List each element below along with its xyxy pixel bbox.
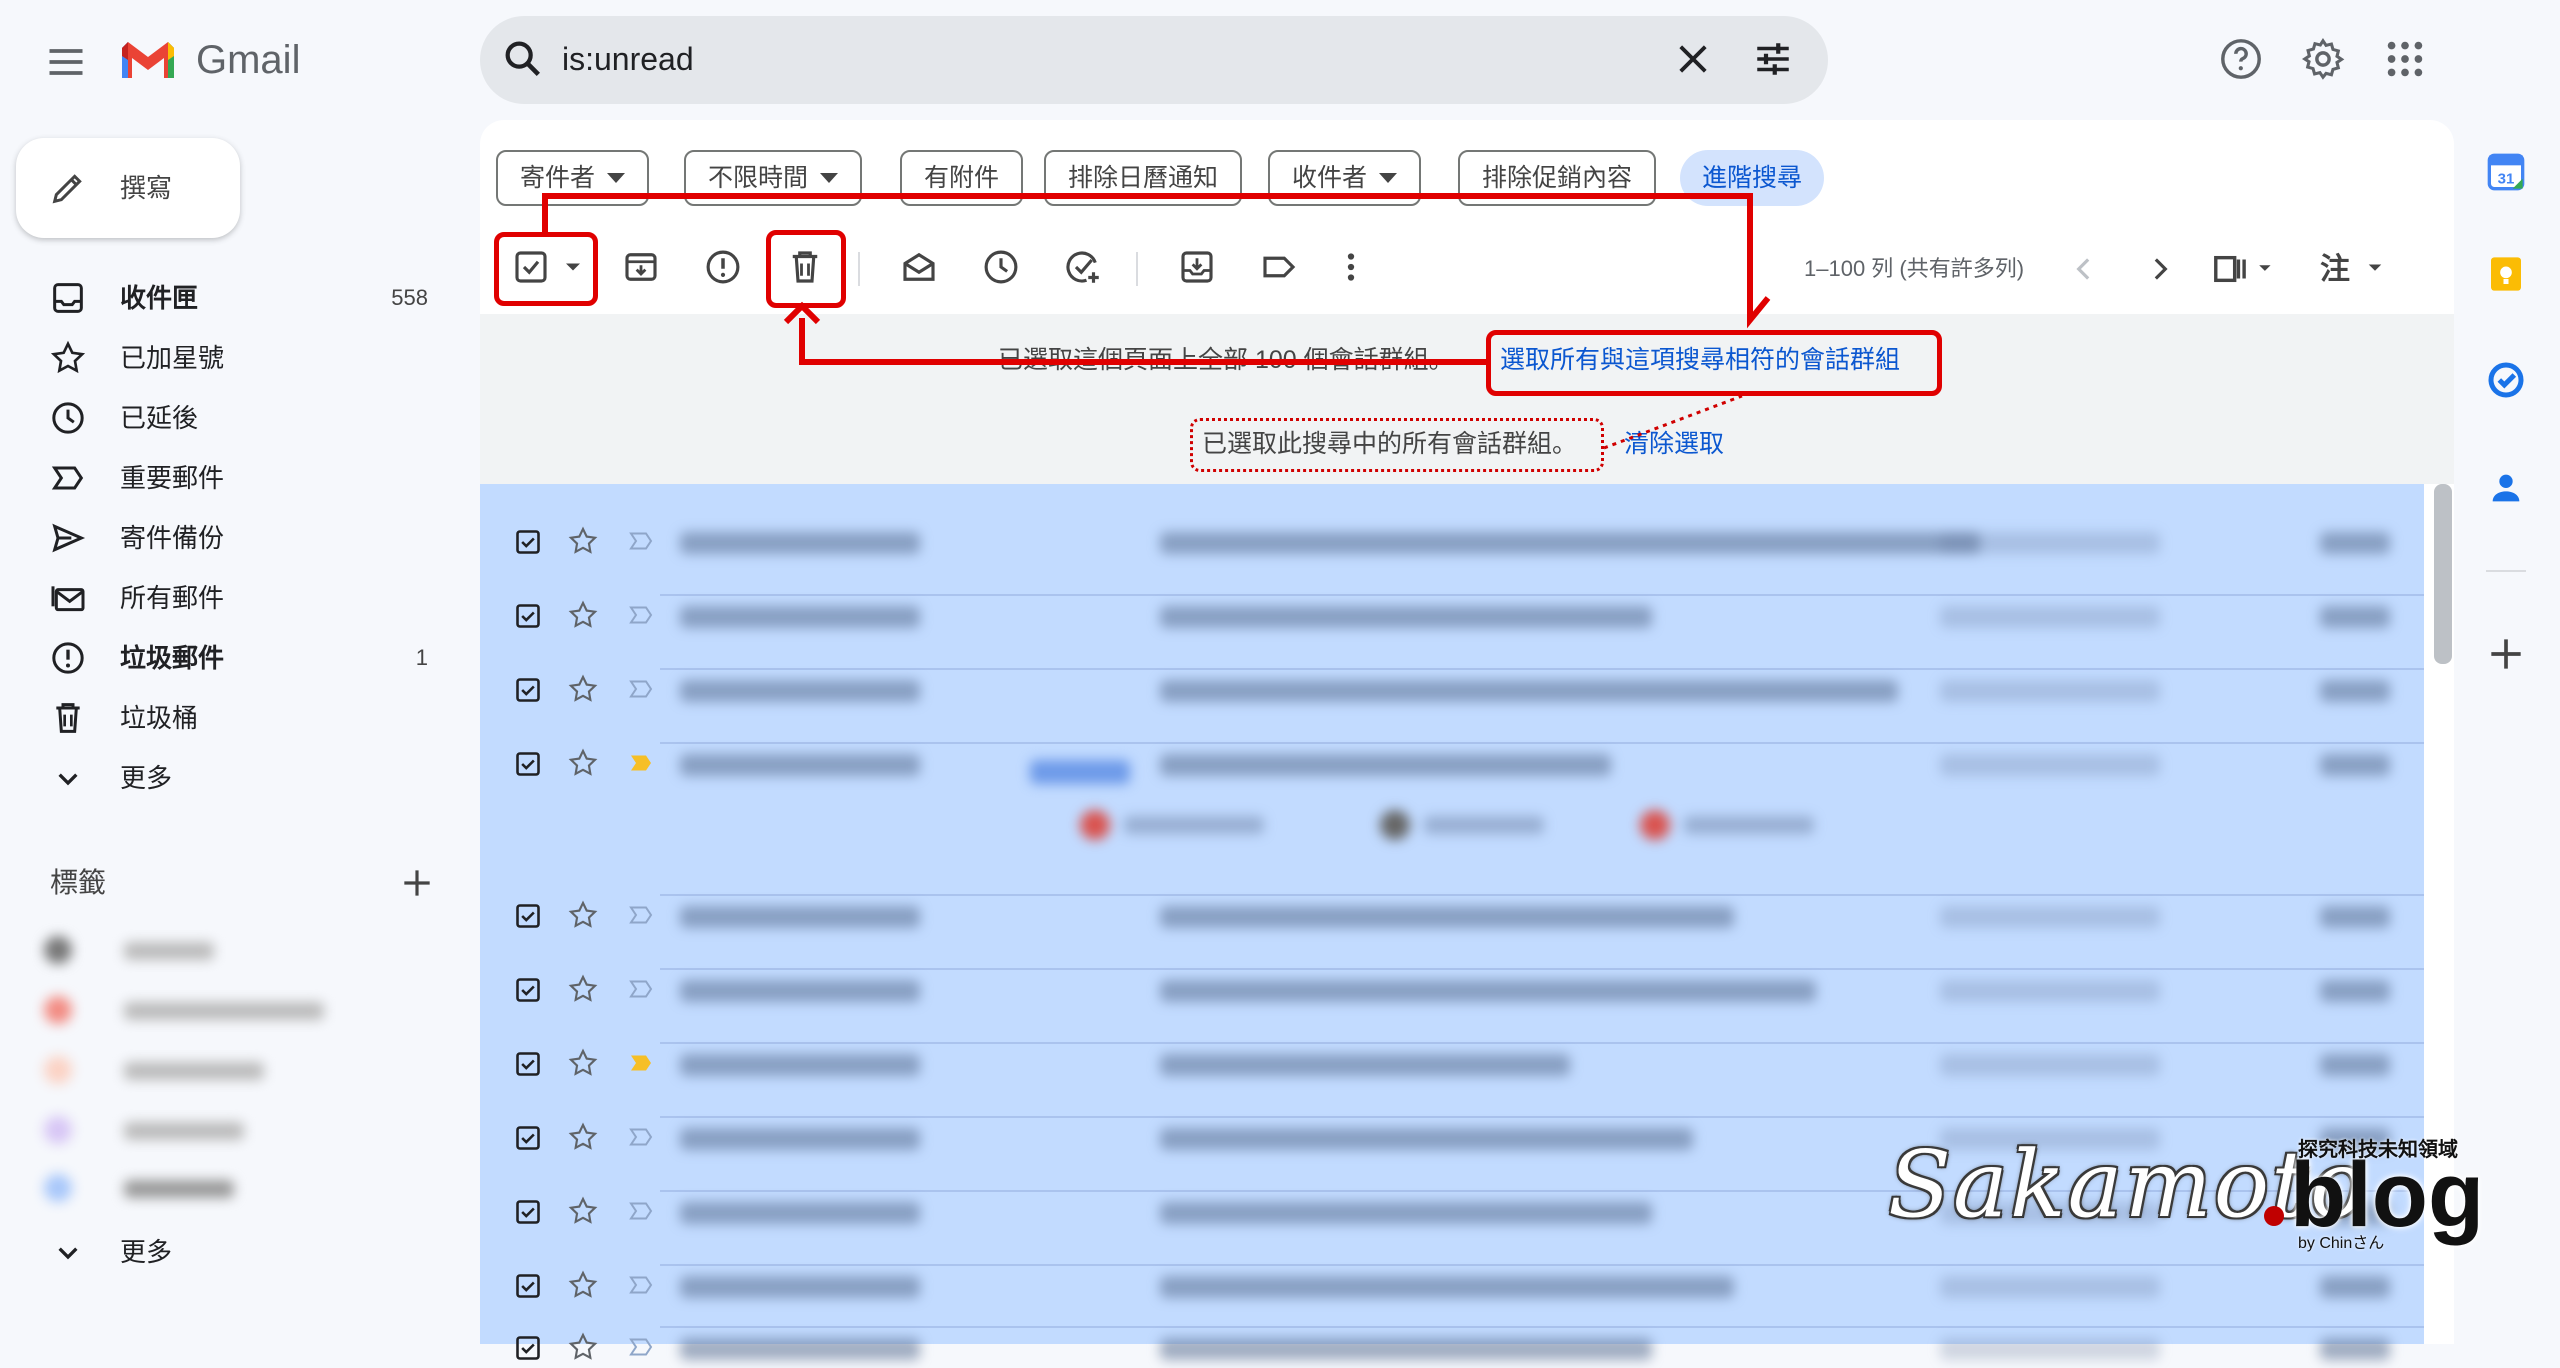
watermark-tagline: 探究科技未知領域 (2298, 1139, 2458, 1161)
watermark-byline: by Chinさん (2298, 1235, 2385, 1252)
watermark-dot (2264, 1206, 2284, 1226)
